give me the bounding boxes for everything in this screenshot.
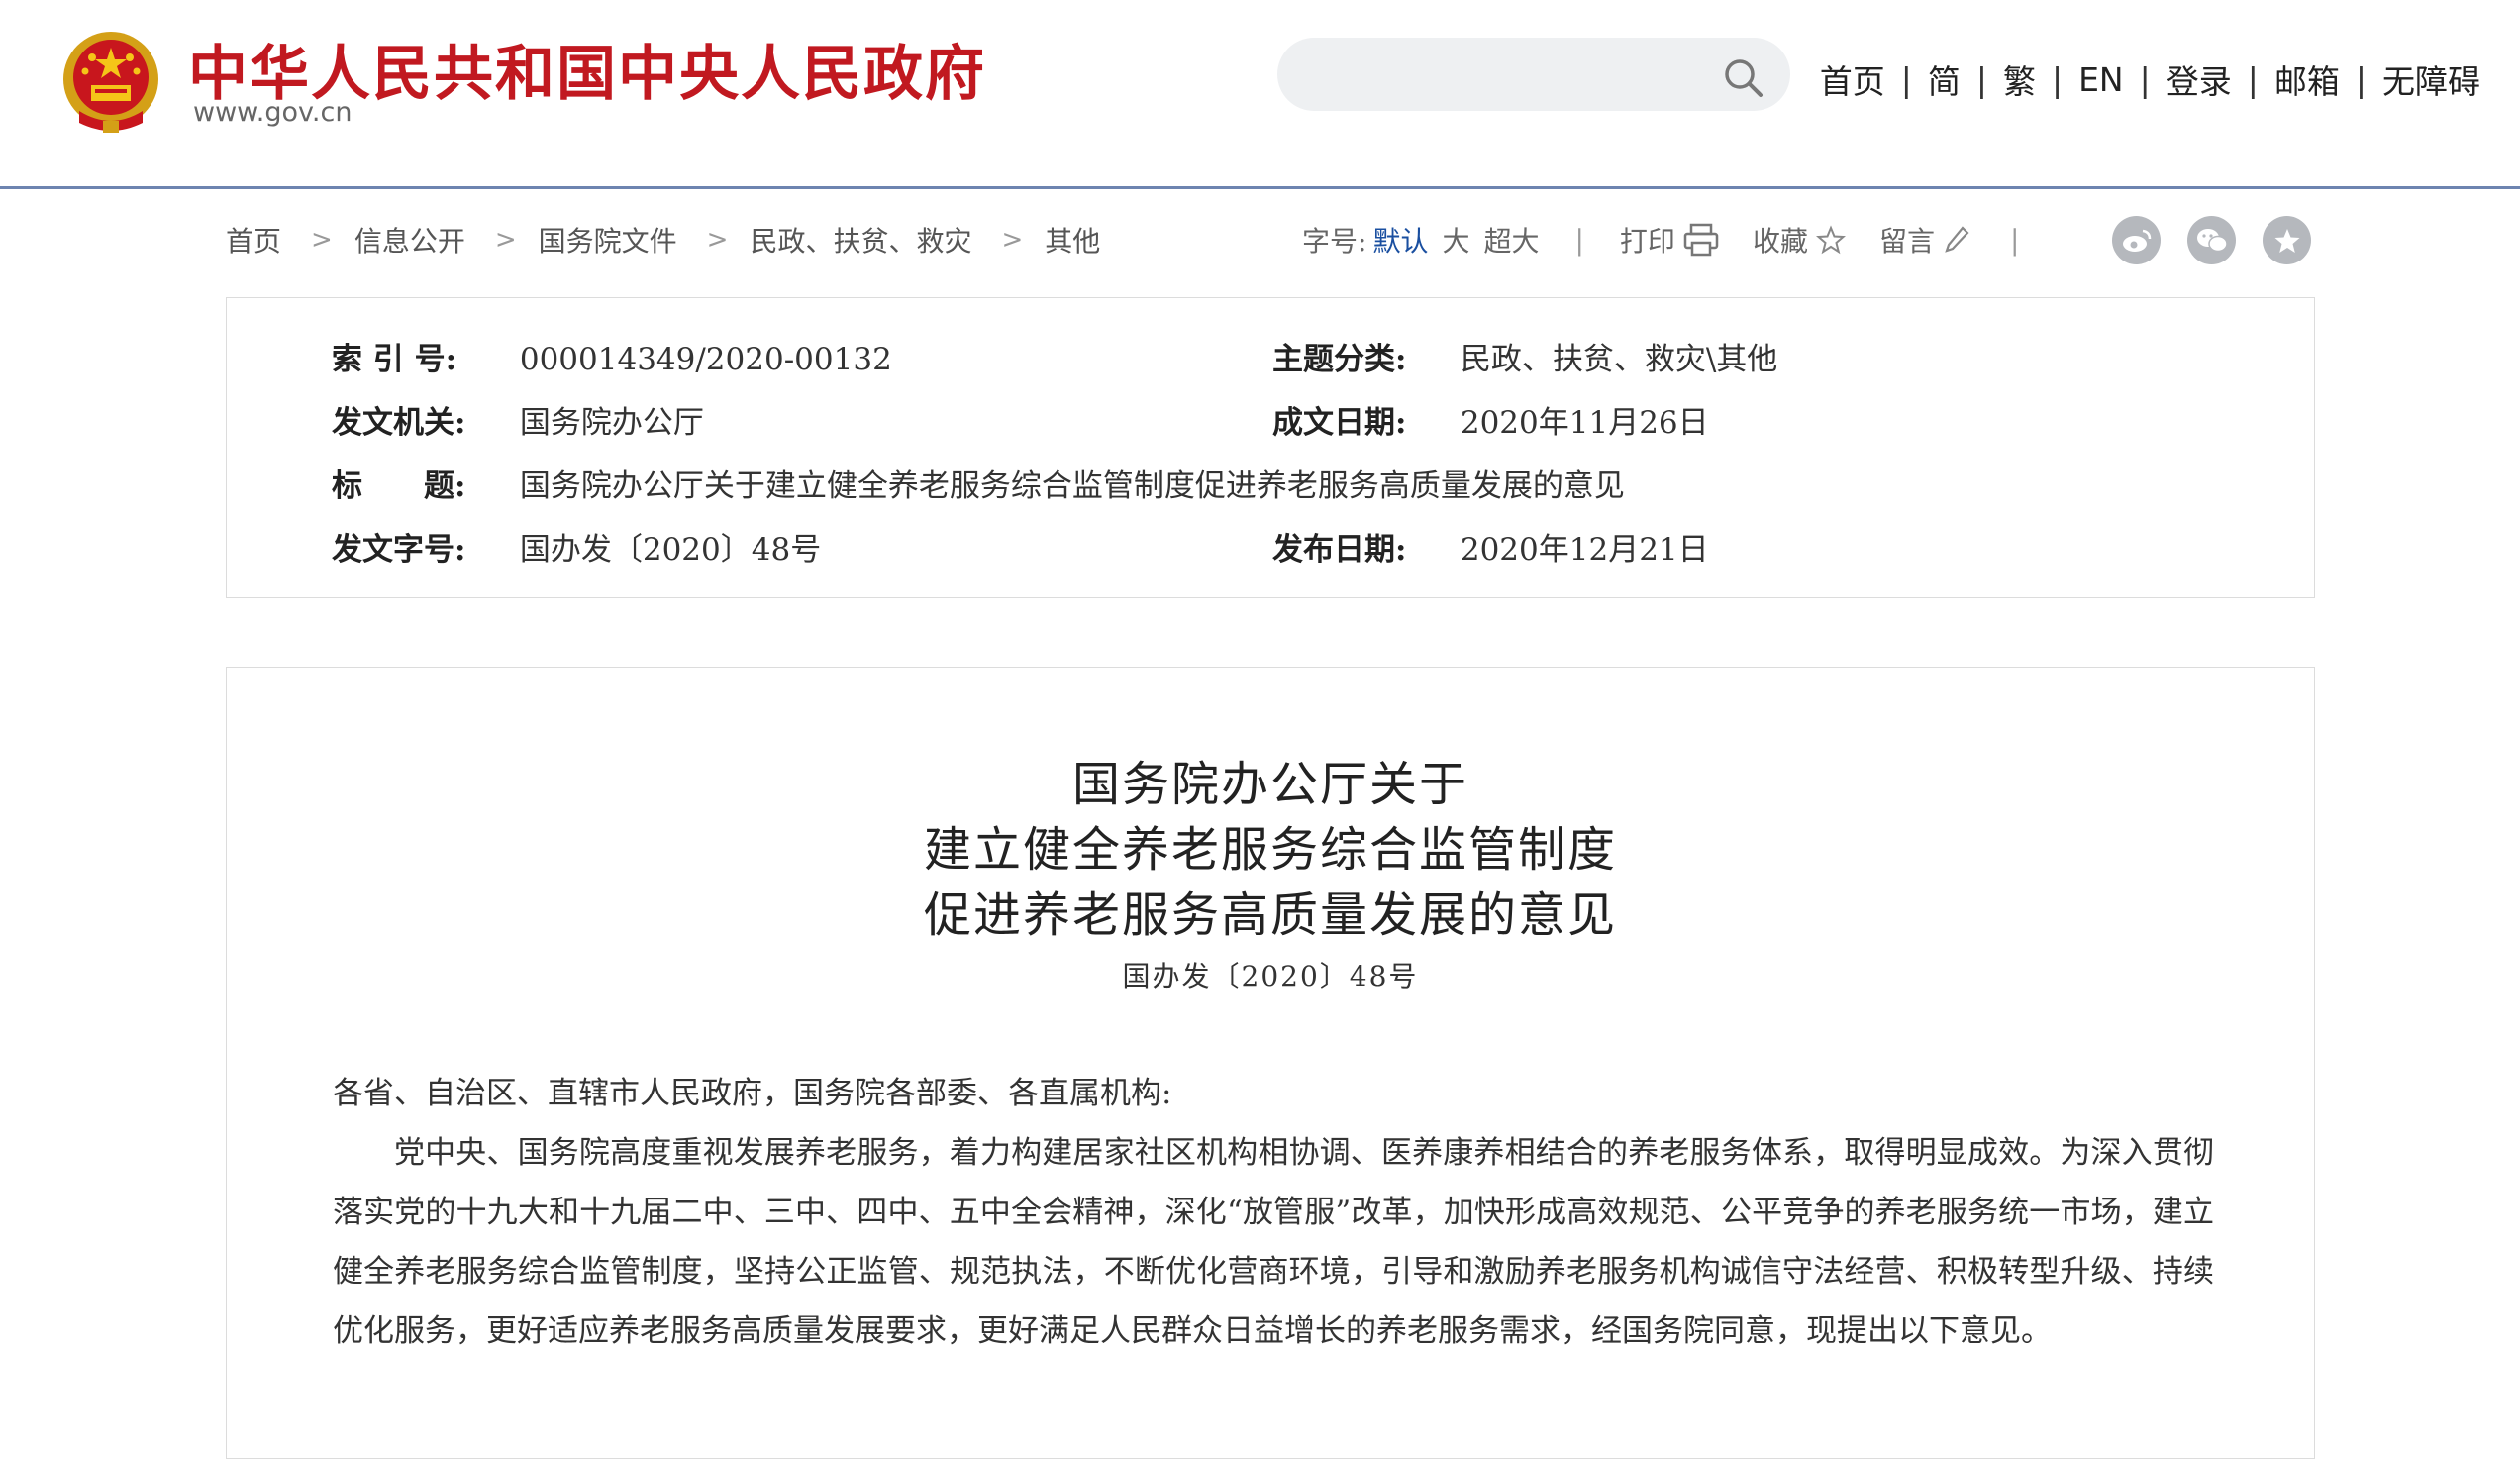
article-doc-number: 国办发〔2020〕48号 bbox=[1122, 960, 1419, 992]
print-button[interactable]: 打印 bbox=[1620, 220, 1719, 260]
info-written-date: 成文日期: 2020年11月26日 bbox=[1272, 397, 1709, 442]
nav-separator: | bbox=[2139, 59, 2151, 99]
nav-accessibility[interactable]: 无障碍 bbox=[2382, 55, 2480, 103]
nav-english[interactable]: EN bbox=[2078, 60, 2124, 99]
top-nav: 首页 | 简 | 繁 | EN | 登录 | 邮箱 | 无障碍 bbox=[1820, 55, 2480, 103]
search-input[interactable] bbox=[1307, 50, 1707, 101]
breadcrumb-home[interactable]: 首页 bbox=[226, 220, 281, 260]
tools-separator: | bbox=[1574, 223, 1584, 257]
pencil-icon bbox=[1945, 226, 1969, 253]
document-info-box: 索 引 号: 000014349/2020-00132 主题分类: 民政、扶贫、… bbox=[226, 297, 2315, 598]
article-title-line-1: 国务院办公厅关于 bbox=[1071, 757, 1468, 812]
star-icon bbox=[1815, 225, 1846, 255]
article-salutation: 各省、自治区、直辖市人民政府，国务院各部委、各直属机构: bbox=[333, 1076, 1172, 1111]
info-title: 标 题: 国务院办公厅关于建立健全养老服务综合监管制度促进养老服务高质量发展的意… bbox=[332, 461, 1625, 505]
article-tools: 字号: 默认 大 超大 | 打印 收藏 留言 | bbox=[1302, 220, 2055, 260]
favorite-button[interactable]: 收藏 bbox=[1753, 220, 1846, 260]
info-doc-no: 发文字号: 国办发〔2020〕48号 bbox=[332, 524, 821, 569]
info-doc-no-label: 发文字号: bbox=[332, 532, 466, 568]
info-title-label: 标 题: bbox=[332, 469, 466, 504]
chevron-right-icon: > bbox=[1001, 225, 1024, 255]
font-size-large[interactable]: 大 bbox=[1442, 220, 1469, 260]
nav-mailbox[interactable]: 邮箱 bbox=[2274, 55, 2340, 103]
nav-simplified[interactable]: 简 bbox=[1928, 55, 1961, 103]
article-paragraph: 党中央、国务院高度重视发展养老服务，着力构建居家社区机构相协调、医养康养相结合的… bbox=[333, 1135, 2214, 1349]
star-share-icon[interactable] bbox=[2263, 216, 2311, 264]
chevron-right-icon: > bbox=[311, 225, 333, 255]
nav-separator: | bbox=[2247, 59, 2259, 99]
article-container: 国务院办公厅关于 建立健全养老服务综合监管制度 促进养老服务高质量发展的意见 国… bbox=[226, 667, 2315, 1459]
font-size-default[interactable]: 默认 bbox=[1372, 220, 1428, 260]
nav-separator: | bbox=[2355, 59, 2367, 99]
info-index-label: 索 引 号: bbox=[332, 342, 457, 377]
info-issuer-label: 发文机关: bbox=[332, 405, 466, 441]
nav-separator: | bbox=[1900, 59, 1912, 99]
printer-icon bbox=[1683, 223, 1719, 257]
nav-home[interactable]: 首页 bbox=[1820, 55, 1885, 103]
info-publish-date-label: 发布日期: bbox=[1272, 532, 1407, 568]
comment-label: 留言 bbox=[1878, 225, 1935, 258]
print-label: 打印 bbox=[1619, 225, 1675, 258]
share-icons bbox=[2112, 216, 2311, 264]
search-box bbox=[1277, 38, 1790, 111]
info-title-value: 国务院办公厅关于建立健全养老服务综合监管制度促进养老服务高质量发展的意见 bbox=[519, 469, 1625, 504]
wechat-icon[interactable] bbox=[2187, 216, 2236, 264]
info-category: 主题分类: 民政、扶贫、救灾\其他 bbox=[1272, 334, 1777, 378]
font-size-xlarge[interactable]: 超大 bbox=[1483, 220, 1539, 260]
tools-separator: | bbox=[2009, 223, 2020, 257]
breadcrumb: 首页 > 信息公开 > 国务院文件 > 民政、扶贫、救灾 > 其他 bbox=[226, 220, 1100, 260]
breadcrumb-info-disclosure[interactable]: 信息公开 bbox=[354, 220, 465, 260]
info-category-label: 主题分类: bbox=[1272, 342, 1407, 377]
article-title-line-3: 促进养老服务高质量发展的意见 bbox=[923, 887, 1617, 943]
breadcrumb-other[interactable]: 其他 bbox=[1045, 220, 1100, 260]
favorite-label: 收藏 bbox=[1752, 225, 1808, 258]
info-issuer: 发文机关: 国务院办公厅 bbox=[332, 397, 704, 442]
info-index-value: 000014349/2020-00132 bbox=[519, 342, 892, 377]
weibo-icon[interactable] bbox=[2112, 216, 2161, 264]
national-emblem-icon[interactable] bbox=[59, 28, 163, 135]
breadcrumb-civil-affairs[interactable]: 民政、扶贫、救灾 bbox=[750, 220, 971, 260]
info-written-date-label: 成文日期: bbox=[1272, 405, 1407, 441]
font-size-label: 字号: bbox=[1302, 225, 1367, 258]
breadcrumb-state-council-docs[interactable]: 国务院文件 bbox=[539, 220, 677, 260]
site-header: 中华人民共和国中央人民政府 www.gov.cn 首页 | 简 | 繁 | EN… bbox=[0, 0, 2520, 189]
site-domain: www.gov.cn bbox=[193, 97, 353, 128]
info-doc-no-value: 国办发〔2020〕48号 bbox=[519, 532, 822, 568]
comment-button[interactable]: 留言 bbox=[1879, 220, 1970, 260]
article-title-line-2: 建立健全养老服务综合监管制度 bbox=[923, 822, 1617, 878]
info-index: 索 引 号: 000014349/2020-00132 bbox=[332, 334, 892, 378]
info-written-date-value: 2020年11月26日 bbox=[1460, 405, 1709, 441]
nav-login[interactable]: 登录 bbox=[2167, 55, 2232, 103]
info-publish-date-value: 2020年12月21日 bbox=[1460, 532, 1709, 568]
nav-separator: | bbox=[1975, 59, 1987, 99]
info-publish-date: 发布日期: 2020年12月21日 bbox=[1272, 524, 1709, 569]
breadcrumb-bar: 首页 > 信息公开 > 国务院文件 > 民政、扶贫、救灾 > 其他 字号: 默认… bbox=[226, 216, 2315, 265]
article-body: 各省、自治区、直辖市人民政府，国务院各部委、各直属机构: 党中央、国务院高度重视… bbox=[333, 1064, 2214, 1361]
search-icon[interactable] bbox=[1721, 55, 1764, 99]
chevron-right-icon: > bbox=[494, 225, 517, 255]
nav-traditional[interactable]: 繁 bbox=[2003, 55, 2036, 103]
chevron-right-icon: > bbox=[706, 225, 729, 255]
info-category-value: 民政、扶贫、救灾\其他 bbox=[1460, 342, 1778, 377]
nav-separator: | bbox=[2051, 59, 2064, 99]
info-issuer-value: 国务院办公厅 bbox=[519, 405, 704, 441]
